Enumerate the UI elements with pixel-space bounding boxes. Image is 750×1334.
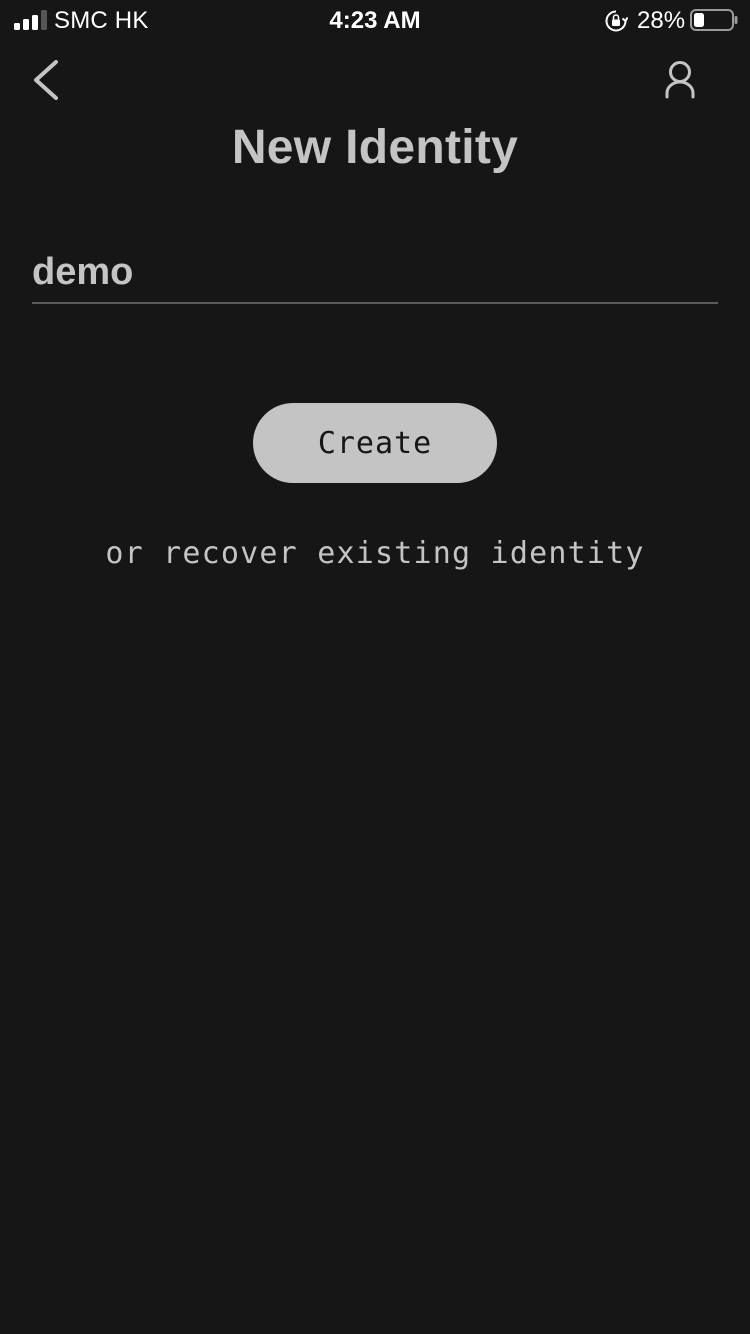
- new-identity-screen: SMC HK 4:23 AM 28% New Identity Create: [0, 0, 750, 1334]
- profile-button[interactable]: [658, 58, 702, 102]
- chevron-left-icon: [34, 60, 58, 100]
- battery-icon: [690, 9, 738, 31]
- create-button[interactable]: Create: [253, 403, 497, 483]
- identity-name-input[interactable]: [32, 242, 718, 304]
- page-title: New Identity: [231, 121, 519, 174]
- battery-percentage: 28%: [637, 7, 686, 34]
- status-bar: SMC HK 4:23 AM 28%: [0, 0, 750, 40]
- back-button[interactable]: [24, 54, 72, 106]
- rotation-lock-icon: [605, 10, 628, 32]
- person-icon: [665, 61, 695, 99]
- recover-identity-link[interactable]: or recover existing identity: [0, 536, 750, 571]
